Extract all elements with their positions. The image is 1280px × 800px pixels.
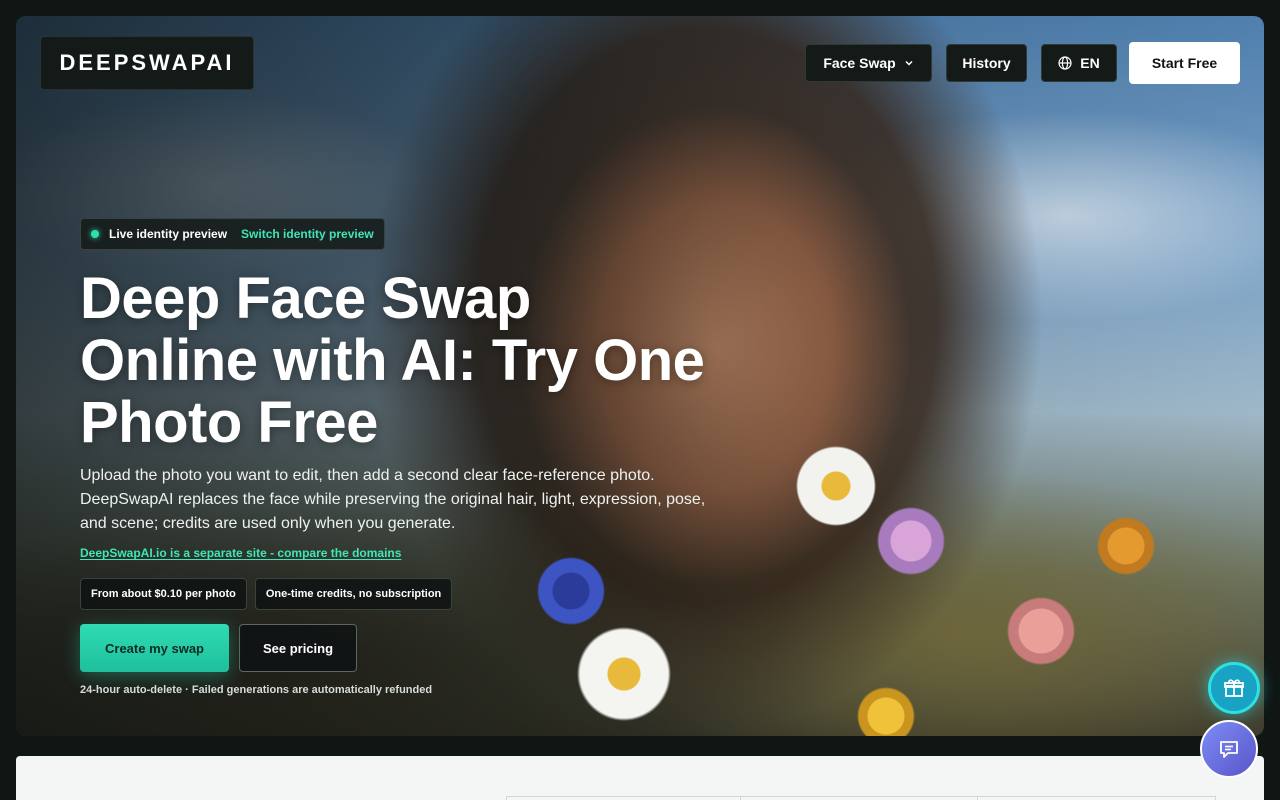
language-label: EN (1080, 55, 1100, 71)
title-line-3: Photo Free (80, 390, 378, 455)
divider (506, 796, 507, 800)
switch-identity-preview-link[interactable]: Switch identity preview (241, 227, 374, 241)
face-swap-menu-button[interactable]: Face Swap (805, 44, 932, 82)
face-swap-label: Face Swap (823, 55, 896, 71)
hero-content: Live identity preview Switch identity pr… (80, 218, 780, 696)
globe-icon (1058, 56, 1072, 70)
pink-flower (1006, 596, 1076, 666)
title-line-1: Deep Face Swap (80, 266, 531, 331)
see-pricing-button[interactable]: See pricing (239, 624, 357, 672)
credits-chip: One-time credits, no subscription (254, 578, 453, 610)
next-section-panel (16, 756, 1264, 800)
divider (740, 796, 741, 800)
feature-chips: From about $0.10 per photo One-time cred… (80, 578, 780, 610)
history-label: History (962, 55, 1011, 71)
start-free-button[interactable]: Start Free (1129, 42, 1240, 84)
hero-description: Upload the photo you want to edit, then … (80, 467, 706, 532)
divider (506, 796, 1216, 797)
orange-flower (1096, 516, 1156, 576)
gift-icon (1224, 679, 1244, 697)
yellow-flower (856, 686, 916, 736)
live-preview-label: Live identity preview (109, 227, 228, 241)
status-dot-icon (91, 230, 99, 238)
start-free-label: Start Free (1151, 55, 1218, 71)
compare-domains-link[interactable]: DeepSwapAI.io is a separate site - compa… (80, 546, 401, 560)
gift-button[interactable] (1208, 662, 1260, 714)
history-button[interactable]: History (946, 44, 1027, 82)
purple-flower (876, 506, 946, 576)
language-button[interactable]: EN (1041, 44, 1117, 82)
privacy-note: 24-hour auto-delete · Failed generations… (80, 684, 433, 696)
site-logo[interactable]: DEEPSWAPAI (40, 36, 254, 90)
chevron-down-icon (905, 60, 913, 66)
chat-icon (1220, 741, 1238, 758)
divider (1215, 796, 1216, 800)
divider (977, 796, 978, 800)
identity-preview-badge: Live identity preview Switch identity pr… (80, 218, 385, 250)
daisy-flower (796, 446, 876, 526)
chat-button[interactable] (1200, 720, 1258, 778)
cta-group: Create my swap See pricing (80, 624, 780, 672)
title-line-2: Online with AI: Try One (80, 328, 705, 393)
price-chip: From about $0.10 per photo (80, 578, 247, 610)
create-my-swap-button[interactable]: Create my swap (80, 624, 229, 672)
page-title: Deep Face Swap Online with AI: Try One P… (80, 268, 780, 454)
